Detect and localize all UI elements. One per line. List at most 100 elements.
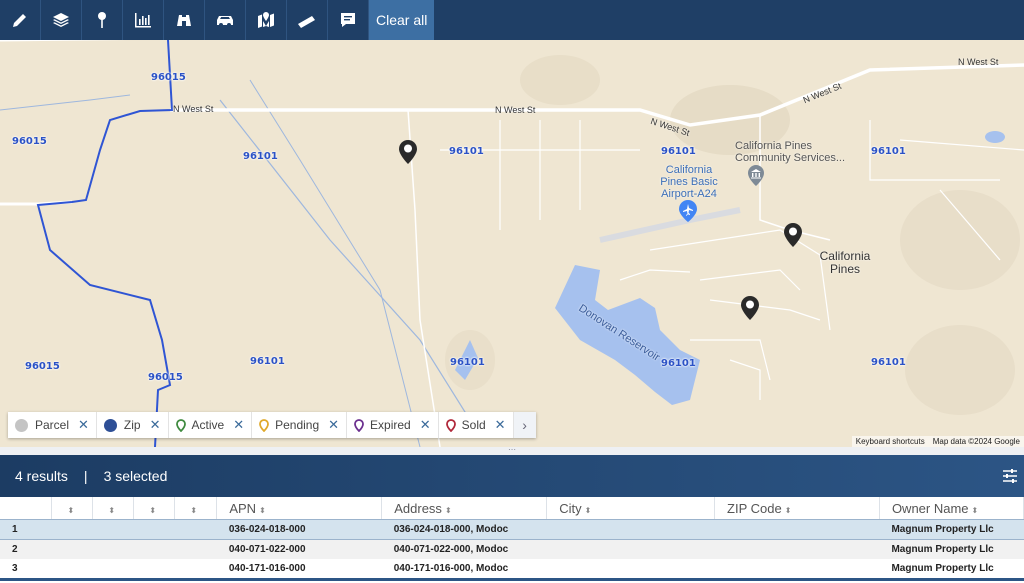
column-header-city[interactable]: City ⬍ [546, 497, 716, 520]
zip-label: 96101 [661, 358, 696, 369]
column-label: APN [229, 500, 257, 516]
remove-sold-layer-button[interactable]: ✕ [495, 417, 506, 433]
empty-cell [133, 559, 175, 581]
map-marker-tool-button[interactable] [246, 0, 287, 40]
layers-tool-button[interactable] [41, 0, 82, 40]
chart-tool-button[interactable] [123, 0, 164, 40]
column-label: ZIP Code [727, 500, 782, 516]
empty-cell [133, 519, 175, 540]
results-table: ⬍ ⬍ ⬍ ⬍ APN ⬍ Address ⬍ City ⬍ ZIP Code ⬍ Ow… [0, 497, 1024, 581]
column-header-apn[interactable]: APN ⬍ [216, 497, 383, 520]
map-marker-icon [258, 12, 274, 28]
keyboard-shortcuts-link[interactable]: Keyboard shortcuts [852, 436, 929, 447]
column-header-index[interactable] [0, 497, 53, 520]
legend-label: Zip [123, 418, 141, 432]
zip-label: 96101 [243, 151, 278, 162]
legend-label: Active [191, 418, 225, 432]
legend-item-active: Active ✕ [169, 412, 253, 438]
pin-icon [98, 12, 106, 28]
remove-active-layer-button[interactable]: ✕ [233, 417, 244, 433]
remove-zip-layer-button[interactable]: ✕ [150, 417, 161, 433]
column-header-blank[interactable]: ⬍ [133, 497, 176, 520]
draw-tool-button[interactable] [0, 0, 41, 40]
empty-cell [51, 559, 93, 581]
car-icon [217, 16, 233, 27]
airport-icon[interactable] [679, 200, 697, 222]
column-header-address[interactable]: Address ⬍ [381, 497, 548, 520]
road-label: N West St [958, 57, 999, 67]
zip-dot-icon [103, 418, 117, 432]
legend-label: Sold [461, 418, 486, 432]
address-cell: 040-071-022-000, Modoc [381, 539, 547, 559]
community-services-icon[interactable] [748, 165, 764, 187]
comment-tool-button[interactable] [328, 0, 369, 40]
sort-icon: ⬍ [444, 505, 452, 515]
zip-label: 96101 [661, 146, 696, 157]
sort-icon: ⬍ [784, 505, 792, 515]
drive-tool-button[interactable] [205, 0, 246, 40]
map-toolbar: Clear all [0, 0, 1024, 40]
column-header-owner-name[interactable]: Owner Name ⬍ [879, 497, 1024, 520]
row-number: 2 [0, 539, 52, 559]
table-header-row: ⬍ ⬍ ⬍ ⬍ APN ⬍ Address ⬍ City ⬍ ZIP Code ⬍ Ow… [0, 497, 1024, 520]
column-settings-icon[interactable] [1002, 468, 1018, 484]
zip-label: 96101 [871, 357, 906, 368]
empty-cell [92, 539, 134, 559]
legend-label: Pending [275, 418, 320, 432]
poi-label-airport[interactable]: California Pines Basic Airport-A24 [652, 164, 726, 200]
zip-label: 96015 [151, 72, 186, 83]
table-row[interactable]: 1 036-024-018-000 036-024-018-000, Modoc… [0, 519, 1024, 540]
property-pin[interactable] [741, 296, 759, 320]
empty-cell [92, 519, 134, 540]
column-header-zip-code[interactable]: ZIP Code ⬍ [714, 497, 880, 520]
map-base-layer [0, 40, 1024, 447]
address-cell: 036-024-018-000, Modoc [381, 519, 547, 540]
property-pin[interactable] [784, 223, 802, 247]
row-number: 1 [0, 519, 52, 540]
column-header-blank[interactable]: ⬍ [92, 497, 135, 520]
parcel-dot-icon [15, 418, 28, 432]
empty-cell [92, 559, 134, 581]
measure-tool-button[interactable] [287, 0, 328, 40]
zip-label: 96015 [148, 372, 183, 383]
selected-count: 3 selected [103, 468, 168, 484]
zip-label: 96015 [25, 361, 60, 372]
address-cell: 040-171-016-000, Modoc [381, 559, 547, 581]
empty-cell [174, 519, 217, 540]
poi-label-community-services[interactable]: California Pines Community Services... [735, 140, 855, 164]
column-header-blank[interactable]: ⬍ [174, 497, 218, 520]
panel-resize-handle[interactable]: ⋯ [0, 446, 1024, 455]
property-pin[interactable] [399, 140, 417, 164]
owner-cell: Magnum Property Llc [879, 559, 1024, 581]
remove-parcel-layer-button[interactable]: ✕ [78, 417, 89, 433]
bar-chart-icon [135, 13, 151, 28]
remove-pending-layer-button[interactable]: ✕ [328, 417, 339, 433]
search-tool-button[interactable] [164, 0, 205, 40]
city-cell [546, 559, 715, 581]
table-row[interactable]: 2 040-071-022-000 040-071-022-000, Modoc… [0, 539, 1024, 559]
map-attribution: Keyboard shortcuts Map data ©2024 Google [851, 436, 1024, 447]
map-canvas[interactable]: 96015 96015 96101 96101 96101 96101 9601… [0, 40, 1024, 447]
remove-expired-layer-button[interactable]: ✕ [420, 417, 431, 433]
legend-label: Expired [370, 418, 411, 432]
sort-icon: ⬍ [584, 505, 592, 515]
apn-cell: 036-024-018-000 [216, 519, 382, 540]
empty-cell [174, 539, 217, 559]
legend-next-button[interactable]: › [513, 412, 536, 438]
clear-all-button[interactable]: Clear all [369, 0, 435, 40]
sort-icon: ⬍ [108, 505, 116, 515]
map-legend: Parcel ✕ Zip ✕ Active ✕ Pending ✕ Expire… [8, 412, 536, 438]
table-row[interactable]: 3 040-171-016-000 040-171-016-000, Modoc… [0, 559, 1024, 581]
sort-icon: ⬍ [149, 505, 157, 515]
legend-label: Parcel [35, 418, 70, 432]
column-header-blank[interactable]: ⬍ [51, 497, 94, 520]
owner-cell: Magnum Property Llc [879, 539, 1024, 559]
pencil-icon [13, 14, 26, 27]
empty-cell [133, 539, 175, 559]
apn-cell: 040-171-016-000 [216, 559, 382, 581]
comment-icon [341, 13, 355, 27]
place-label-california-pines: California Pines [819, 249, 871, 276]
zip-label: 96101 [449, 146, 484, 157]
pin-tool-button[interactable] [82, 0, 123, 40]
empty-cell [51, 539, 93, 559]
